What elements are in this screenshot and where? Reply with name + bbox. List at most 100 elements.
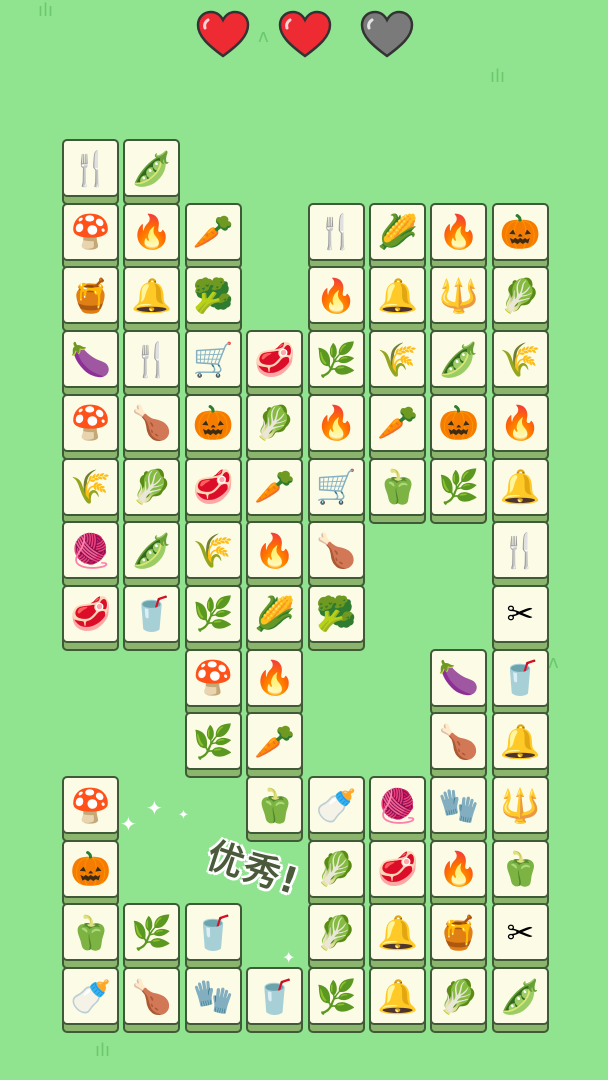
- lotus-root-icon: 🥤: [192, 912, 234, 952]
- cabbage-icon: 🥬: [499, 275, 541, 315]
- tile[interactable]: 🍯: [62, 266, 123, 335]
- tile[interactable]: 🫑: [246, 776, 307, 845]
- pumpkin-icon: 🎃: [192, 403, 234, 443]
- tile[interactable]: 🥦: [307, 584, 369, 654]
- tile[interactable]: 🌿: [307, 330, 369, 399]
- tile[interactable]: 🥕: [246, 457, 307, 527]
- tile[interactable]: 🍴: [307, 202, 369, 272]
- tile[interactable]: 🥩: [62, 584, 123, 654]
- tile[interactable]: 🧶: [369, 776, 430, 845]
- tile[interactable]: 🎃: [491, 202, 553, 272]
- tile[interactable]: 🫑: [491, 839, 553, 909]
- tile[interactable]: 🫛: [430, 330, 491, 399]
- tile[interactable]: 🥩: [184, 457, 246, 527]
- tile[interactable]: 🍴: [62, 139, 123, 208]
- tile[interactable]: 🔥: [491, 393, 553, 463]
- tile[interactable]: 🍗: [307, 521, 369, 590]
- tile[interactable]: 🎃: [184, 393, 246, 463]
- tile[interactable]: 🌾: [369, 330, 430, 399]
- tile[interactable]: 🛒: [184, 330, 246, 399]
- tile[interactable]: 🔔: [369, 266, 430, 335]
- tile[interactable]: ✂: [491, 903, 553, 972]
- tile[interactable]: 🫛: [123, 139, 184, 208]
- tile[interactable]: 🔔: [491, 712, 553, 781]
- tile[interactable]: 🫑: [62, 903, 123, 972]
- tile[interactable]: 🥕: [184, 202, 246, 272]
- tile[interactable]: 🌿: [430, 457, 491, 527]
- pitchfork-icon: 🔱: [499, 785, 541, 825]
- tile[interactable]: 🔥: [123, 202, 184, 272]
- tile[interactable]: 🥬: [491, 266, 553, 335]
- tile[interactable]: 🍗: [430, 712, 491, 781]
- tile[interactable]: 🌽: [369, 202, 430, 272]
- wheat-bundle-icon: 🌾: [69, 467, 112, 506]
- tile[interactable]: 🔥: [246, 521, 307, 590]
- tile[interactable]: 🫑: [369, 457, 430, 527]
- tile[interactable]: 🔥: [307, 266, 369, 335]
- campfire-icon: 🔥: [438, 212, 480, 252]
- tile[interactable]: 🧶: [62, 521, 123, 590]
- tile[interactable]: 🥤: [123, 584, 184, 654]
- pumpkin-icon: 🎃: [438, 403, 480, 443]
- tile[interactable]: 🍆: [62, 330, 123, 399]
- tile[interactable]: 🛒: [307, 457, 369, 527]
- bell-icon: 🔔: [499, 721, 541, 761]
- tile[interactable]: 🔔: [369, 903, 430, 972]
- tile[interactable]: 🌾: [491, 330, 553, 399]
- tile[interactable]: 🔥: [430, 839, 491, 909]
- tile[interactable]: 🥦: [184, 266, 246, 335]
- tile[interactable]: 🍗: [123, 967, 184, 1036]
- tile[interactable]: 🍼: [62, 967, 123, 1036]
- tile[interactable]: 🍄: [62, 202, 123, 272]
- tile[interactable]: 🔱: [430, 266, 491, 335]
- tile[interactable]: 🔔: [369, 967, 430, 1036]
- tile[interactable]: ✂: [491, 584, 553, 654]
- tile[interactable]: 🥤: [184, 903, 246, 972]
- tile[interactable]: 🥩: [246, 330, 307, 399]
- pumpkin-icon: 🎃: [69, 849, 112, 889]
- wheat-bundle-icon: 🌾: [192, 530, 234, 570]
- tile[interactable]: 🥩: [369, 839, 430, 909]
- tile[interactable]: 🌾: [62, 457, 123, 527]
- tile[interactable]: 🍼: [307, 776, 369, 845]
- tile[interactable]: 🍴: [491, 521, 553, 590]
- tile[interactable]: 🔥: [307, 393, 369, 463]
- tile[interactable]: 🍆: [430, 648, 491, 718]
- tile[interactable]: 🌿: [184, 712, 246, 781]
- wheelbarrow-icon: 🛒: [315, 467, 357, 506]
- tile[interactable]: 🥬: [430, 967, 491, 1036]
- peas-icon: 🫛: [499, 976, 541, 1016]
- tile[interactable]: 🔔: [491, 457, 553, 527]
- tile[interactable]: 🌿: [184, 584, 246, 654]
- tile[interactable]: 🔥: [246, 648, 307, 718]
- tile[interactable]: 🥬: [307, 839, 369, 909]
- tile[interactable]: 🌾: [184, 521, 246, 590]
- yarn-spool-icon: 🍯: [69, 275, 112, 315]
- tile[interactable]: 🌿: [307, 967, 369, 1036]
- tile[interactable]: 🥕: [369, 393, 430, 463]
- tile[interactable]: 🧤: [184, 967, 246, 1036]
- tile[interactable]: 🧤: [430, 776, 491, 845]
- tile[interactable]: 🥬: [307, 903, 369, 972]
- tile[interactable]: 🌿: [123, 903, 184, 972]
- tile[interactable]: 🫛: [123, 521, 184, 590]
- tile[interactable]: 🍗: [123, 393, 184, 463]
- tile[interactable]: 🍄: [184, 648, 246, 718]
- tile[interactable]: 🍄: [62, 393, 123, 463]
- tile[interactable]: 🔱: [491, 776, 553, 845]
- tile[interactable]: 🥬: [123, 457, 184, 527]
- tile[interactable]: 🫛: [491, 967, 553, 1036]
- tile[interactable]: 🍄: [62, 776, 123, 845]
- tile[interactable]: 🌽: [246, 584, 307, 654]
- tile[interactable]: 🍴: [123, 330, 184, 399]
- tile[interactable]: 🎃: [430, 393, 491, 463]
- tile[interactable]: 🥤: [491, 648, 553, 718]
- tile[interactable]: 🔔: [123, 266, 184, 335]
- tile[interactable]: 🥕: [246, 712, 307, 781]
- tile[interactable]: 🎃: [62, 839, 123, 909]
- tile[interactable]: 🥤: [246, 967, 307, 1036]
- mushroom-icon: 🍄: [192, 658, 234, 698]
- tile[interactable]: 🍯: [430, 903, 491, 972]
- tile[interactable]: 🔥: [430, 202, 491, 272]
- tile[interactable]: 🥬: [246, 393, 307, 463]
